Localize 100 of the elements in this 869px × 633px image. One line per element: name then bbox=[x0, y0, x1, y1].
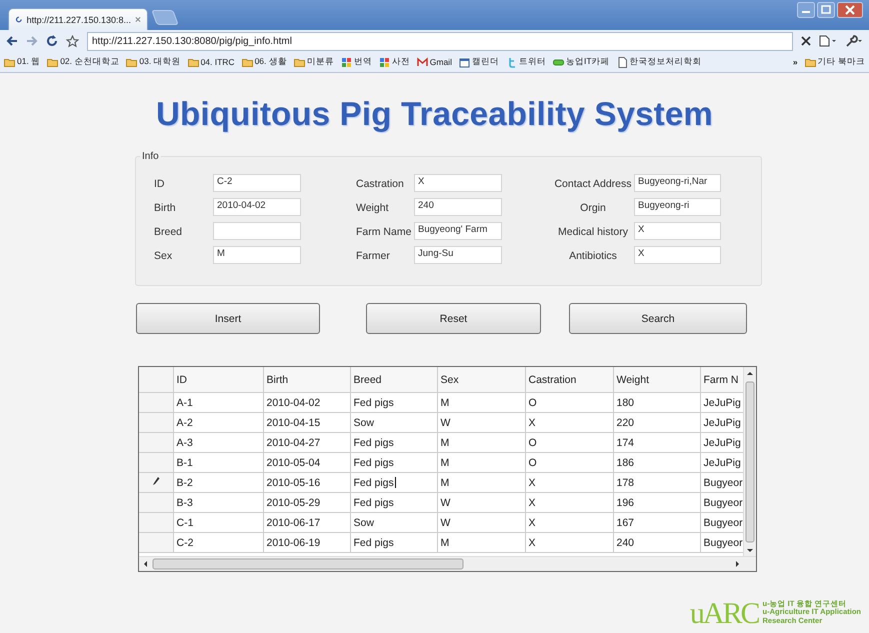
table-cell: M bbox=[437, 392, 525, 412]
table-cell: 178 bbox=[613, 472, 700, 492]
table-cell: 2010-05-16 bbox=[263, 472, 350, 492]
reload-button[interactable] bbox=[46, 35, 58, 47]
input-field[interactable]: Bugyeong' Farm bbox=[414, 222, 502, 240]
close-icon[interactable] bbox=[135, 16, 141, 23]
bookmark-link[interactable]: 06. 생활 bbox=[254, 56, 287, 68]
calendar-icon bbox=[458, 56, 470, 68]
more-bookmarks-button[interactable]: » bbox=[792, 57, 798, 67]
column-header[interactable]: Farm N bbox=[700, 367, 746, 392]
table-cell: O bbox=[525, 432, 613, 452]
bookmark-link[interactable]: 04. ITRC bbox=[200, 57, 235, 67]
column-header[interactable]: Weight bbox=[613, 367, 700, 392]
browser-tab[interactable]: http://211.227.150.130:8... bbox=[8, 8, 148, 30]
address-field[interactable]: http://211.227.150.130:8080/pig/pig_info.html bbox=[87, 32, 793, 50]
table-cell: C-1 bbox=[173, 512, 263, 532]
input-field[interactable]: Bugyeong-ri,Nar bbox=[634, 174, 721, 192]
column-header[interactable]: Castration bbox=[525, 367, 613, 392]
new-tab-button[interactable] bbox=[151, 10, 179, 25]
table-cell: 167 bbox=[613, 512, 700, 532]
field-label: Medical history bbox=[558, 226, 628, 238]
bookmark-link[interactable]: 기타 북마크 bbox=[818, 56, 865, 68]
bookmark-link[interactable]: Gmail bbox=[430, 57, 452, 67]
table-cell: M bbox=[437, 432, 525, 452]
bookmark-link[interactable]: 캘린더 bbox=[472, 56, 499, 68]
action-button[interactable]: Reset bbox=[366, 303, 541, 334]
grid-icon bbox=[378, 56, 390, 68]
table-cell: O bbox=[525, 452, 613, 472]
table-cell: M bbox=[437, 472, 525, 492]
input-field[interactable]: X bbox=[634, 246, 721, 264]
field-label: ID bbox=[154, 178, 164, 190]
table-cell: X bbox=[525, 412, 613, 432]
table-cell: O bbox=[525, 392, 613, 412]
column-header[interactable]: ID bbox=[173, 367, 263, 392]
table-cell: C-2 bbox=[173, 532, 263, 552]
table-cell: Fed pigs bbox=[350, 392, 437, 412]
input-field[interactable]: M bbox=[213, 246, 301, 264]
star-icon[interactable] bbox=[66, 34, 79, 48]
input-field[interactable]: 2010-04-02 bbox=[213, 198, 301, 216]
folder-icon bbox=[294, 56, 305, 68]
table-cell: 2010-04-15 bbox=[263, 412, 350, 432]
table-cell: 240 bbox=[613, 532, 700, 552]
bookmark-link[interactable]: 트위터 bbox=[518, 56, 546, 68]
field-label: Breed bbox=[154, 226, 182, 238]
table-cell: 2010-06-17 bbox=[263, 512, 350, 532]
stop-icon[interactable] bbox=[801, 36, 811, 46]
table-cell: 174 bbox=[613, 432, 700, 452]
table-cell: 186 bbox=[613, 452, 700, 472]
table-cell: B-2 bbox=[173, 472, 263, 492]
column-header[interactable]: Sex bbox=[437, 367, 525, 392]
folder-icon bbox=[126, 56, 138, 68]
bookmark-link[interactable]: 03. 대학원 bbox=[139, 56, 181, 68]
minimize-button[interactable] bbox=[797, 2, 815, 18]
field-label: Birth bbox=[154, 202, 176, 214]
panel-legend: Info bbox=[140, 151, 161, 162]
column-header[interactable]: Breed bbox=[350, 367, 437, 392]
table-cell: Fed pigs bbox=[350, 532, 437, 552]
table-cell: A-1 bbox=[173, 392, 263, 412]
action-button[interactable]: Search bbox=[569, 303, 747, 334]
folder-icon bbox=[242, 56, 253, 68]
wrench-icon[interactable] bbox=[845, 35, 863, 47]
table-cell: X bbox=[525, 472, 613, 492]
close-button[interactable] bbox=[837, 2, 863, 18]
mail-icon bbox=[416, 56, 428, 68]
table-cell: 2010-05-29 bbox=[263, 492, 350, 512]
bookmark-link[interactable]: 미분류 bbox=[306, 56, 334, 68]
table-cell: X bbox=[525, 512, 613, 532]
table-cell: B-1 bbox=[173, 452, 263, 472]
table-cell: A-3 bbox=[173, 432, 263, 452]
bookmark-link[interactable]: 농업IT카페 bbox=[566, 56, 610, 68]
input-field[interactable]: X bbox=[414, 174, 502, 192]
input-field[interactable]: Jung-Su bbox=[414, 246, 502, 264]
input-field[interactable] bbox=[213, 222, 301, 240]
bookmark-link[interactable]: 한국정보처리학회 bbox=[630, 56, 702, 68]
cell-editor[interactable]: Fed pigs bbox=[350, 472, 437, 492]
input-field[interactable]: C-2 bbox=[213, 174, 301, 192]
horizontal-scrollbar[interactable] bbox=[139, 556, 756, 571]
maximize-button[interactable] bbox=[817, 2, 835, 18]
vertical-scrollbar[interactable] bbox=[743, 367, 756, 557]
bookmark-link[interactable]: 02. 순천대학교 bbox=[60, 56, 120, 68]
bookmark-link[interactable]: 01. 웹 bbox=[17, 56, 40, 68]
table-cell: 2010-04-27 bbox=[263, 432, 350, 452]
bookmark-link[interactable]: 사전 bbox=[392, 56, 410, 68]
back-button[interactable] bbox=[6, 35, 18, 47]
bookmark-link[interactable]: 번역 bbox=[354, 56, 372, 68]
column-header[interactable]: Birth bbox=[263, 367, 350, 392]
action-button[interactable]: Insert bbox=[136, 303, 320, 334]
table-cell: W bbox=[437, 412, 525, 432]
input-field[interactable]: Bugyeong-ri bbox=[634, 198, 721, 216]
field-label: Castration bbox=[356, 178, 404, 190]
input-field[interactable]: X bbox=[634, 222, 721, 240]
field-label: Weight bbox=[356, 202, 388, 214]
table-cell: 2010-05-04 bbox=[263, 452, 350, 472]
page-menu-icon[interactable] bbox=[819, 35, 837, 47]
folder-icon bbox=[804, 56, 816, 68]
table-cell: A-2 bbox=[173, 412, 263, 432]
field-label: Sex bbox=[154, 250, 172, 262]
forward-button[interactable] bbox=[26, 35, 38, 47]
input-field[interactable]: 240 bbox=[414, 198, 502, 216]
table-cell: W bbox=[437, 512, 525, 532]
